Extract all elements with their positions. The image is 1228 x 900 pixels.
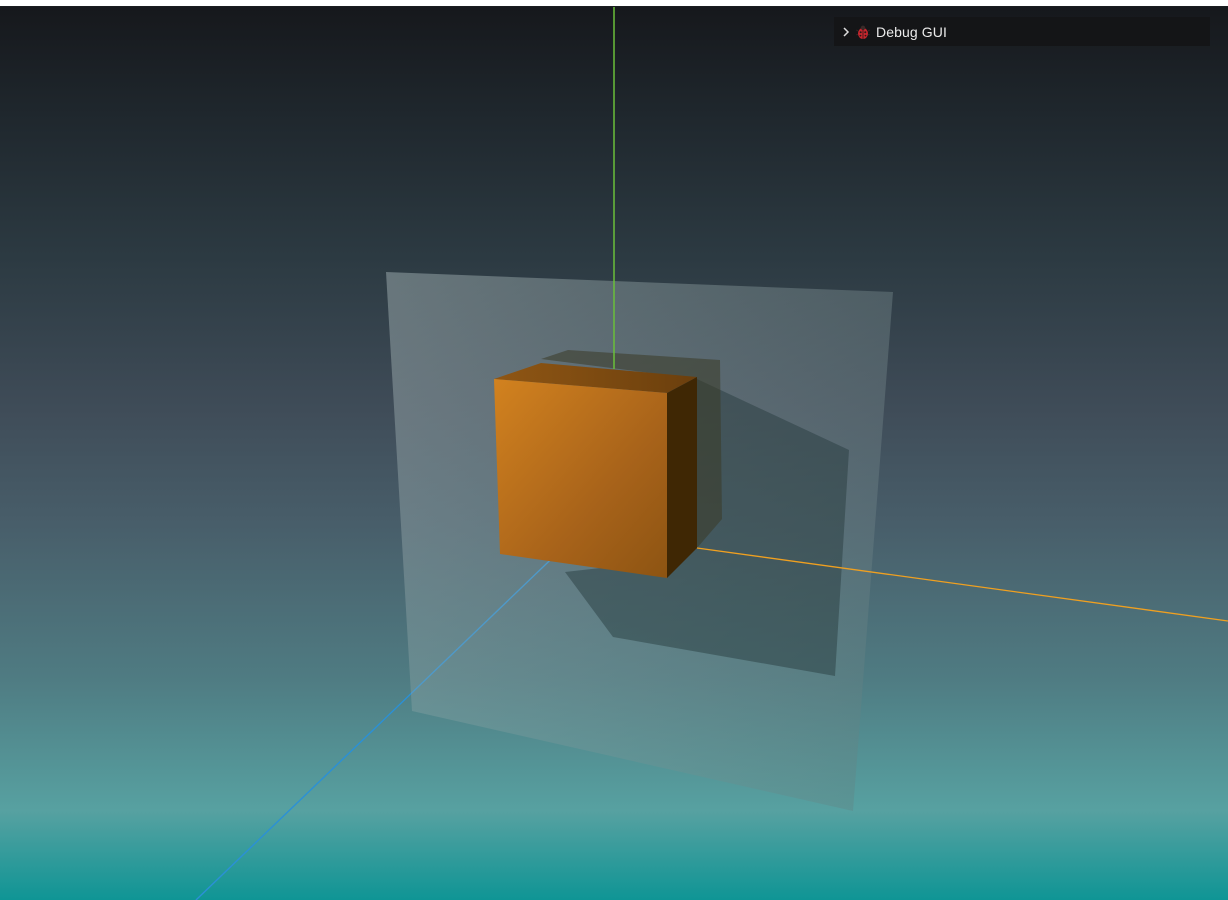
chevron-right-icon[interactable]: [839, 26, 853, 37]
cube-right-face[interactable]: [667, 377, 697, 578]
cube-front-face[interactable]: [494, 379, 667, 578]
app-window: Debug GUI: [0, 0, 1228, 900]
3d-scene[interactable]: [0, 7, 1228, 900]
webgl-viewport[interactable]: Debug GUI: [0, 7, 1228, 900]
window-top-edge: [0, 0, 1228, 7]
debug-gui-panel[interactable]: Debug GUI: [834, 17, 1210, 46]
debug-gui-title[interactable]: Debug GUI: [876, 24, 947, 40]
ladybug-icon: [855, 24, 871, 40]
